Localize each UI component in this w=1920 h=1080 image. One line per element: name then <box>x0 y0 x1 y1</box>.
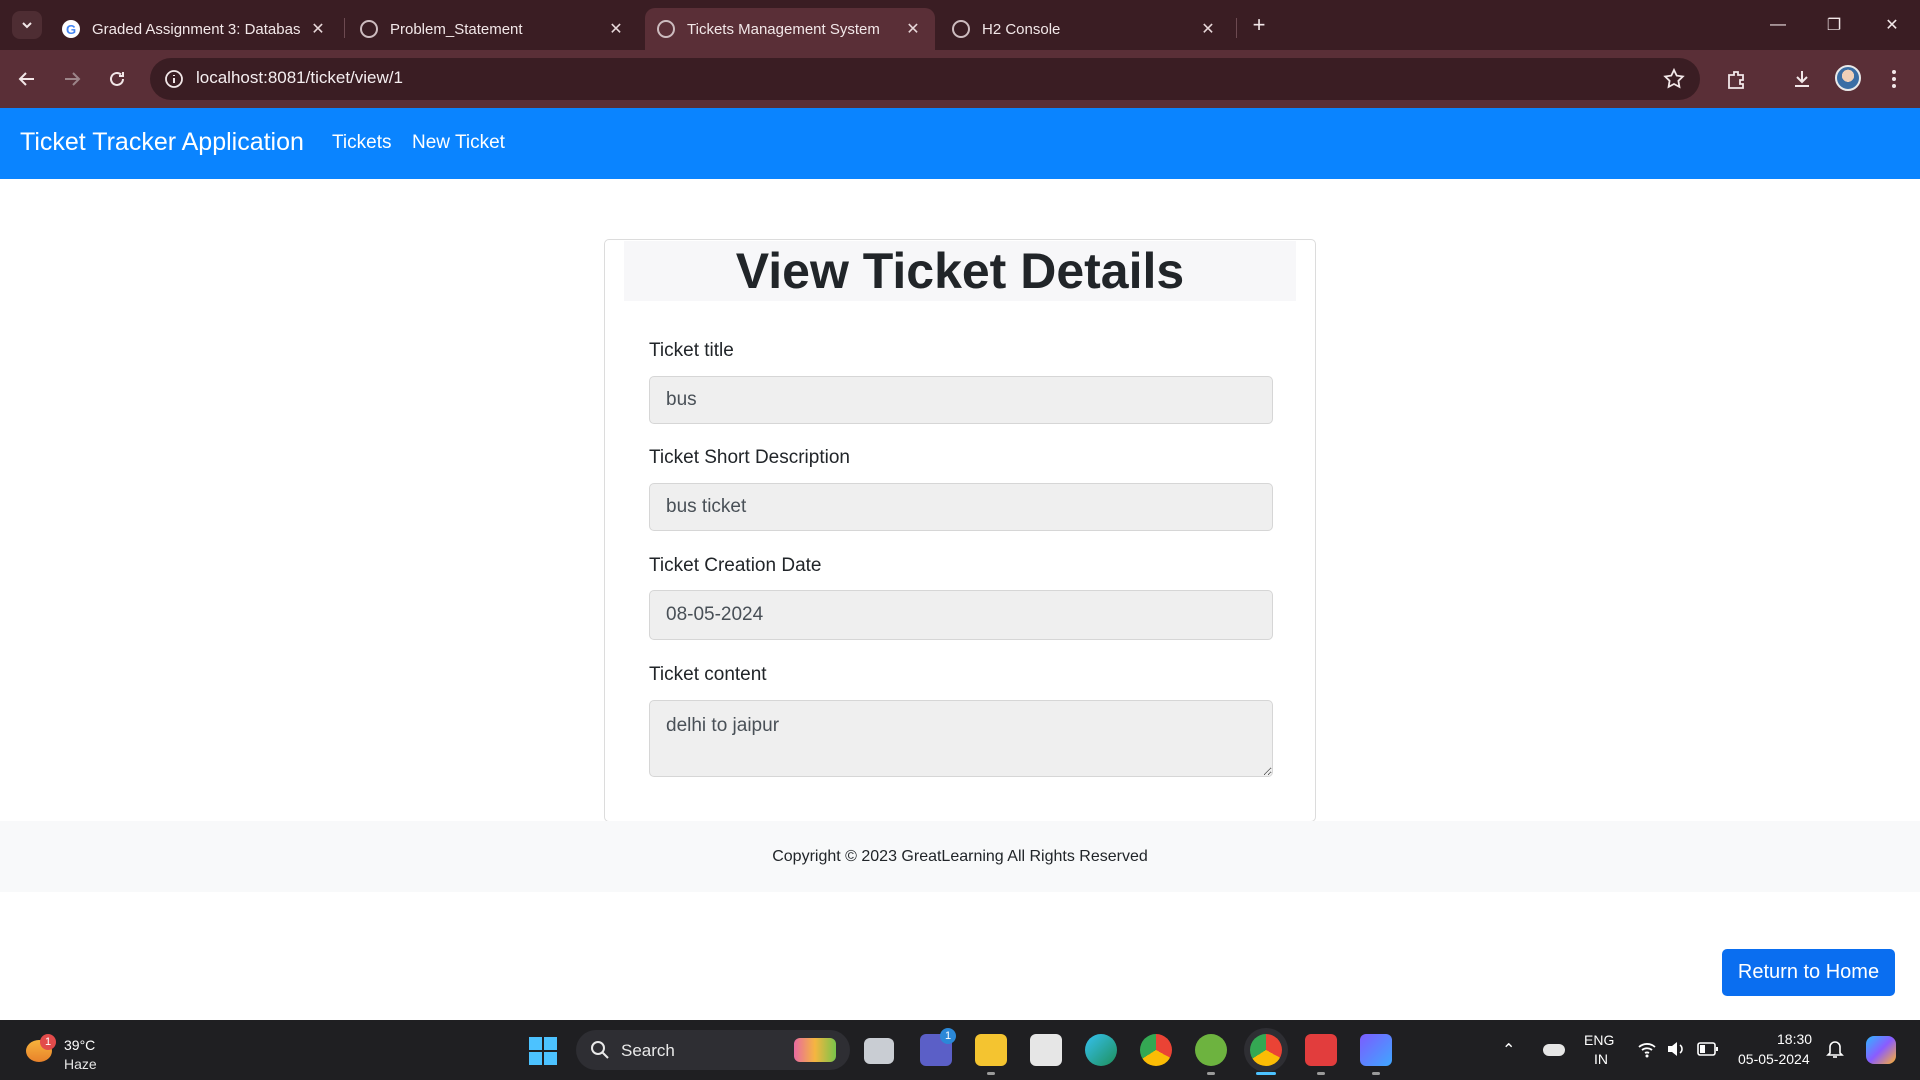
running-indicator <box>1372 1072 1380 1075</box>
chrome-icon[interactable] <box>1140 1034 1172 1066</box>
edge-icon[interactable] <box>1085 1034 1117 1066</box>
more-menu-icon[interactable] <box>1880 65 1908 93</box>
download-icon[interactable] <box>1788 65 1816 93</box>
search-highlight-icon <box>794 1038 836 1062</box>
forward-icon[interactable] <box>57 64 87 94</box>
teams-icon[interactable]: 1 <box>920 1028 956 1066</box>
running-indicator <box>987 1072 995 1075</box>
tab-problem-statement[interactable]: Problem_Statement ✕ <box>348 8 638 50</box>
card-header: View Ticket Details <box>624 241 1296 301</box>
file-explorer-icon[interactable] <box>975 1034 1007 1066</box>
app-brand[interactable]: Ticket Tracker Application <box>20 128 304 157</box>
notification-bell-icon[interactable] <box>1826 1039 1844 1059</box>
restore-icon[interactable]: ❐ <box>1806 0 1862 50</box>
return-to-home-button[interactable]: Return to Home <box>1722 949 1895 996</box>
globe-icon <box>360 20 378 38</box>
close-tab-icon[interactable]: ✕ <box>903 19 923 39</box>
windows-taskbar: 1 39°C Haze Search 1 ⌃ ENG IN 18:30 05-0… <box>0 1020 1920 1080</box>
running-indicator <box>1207 1072 1215 1075</box>
weather-widget[interactable]: 1 39°C Haze <box>20 1028 110 1072</box>
profile-avatar[interactable] <box>1835 65 1861 91</box>
extensions-icon[interactable] <box>1722 65 1750 93</box>
globe-icon <box>952 20 970 38</box>
clock-date[interactable]: 05-05-2024 <box>1738 1051 1810 1067</box>
tab-h2-console[interactable]: H2 Console ✕ <box>940 8 1230 50</box>
ticket-details-card: View Ticket Details Ticket title Ticket … <box>604 239 1316 822</box>
language-code[interactable]: ENG <box>1584 1032 1614 1048</box>
tab-title: Problem_Statement <box>390 20 523 38</box>
nav-link-tickets[interactable]: Tickets <box>332 132 391 154</box>
weather-temperature: 39°C <box>64 1037 96 1053</box>
ticket-short-description-field[interactable] <box>649 483 1273 531</box>
chrome-profile-icon[interactable] <box>1250 1034 1282 1066</box>
teams-badge: 1 <box>940 1028 956 1044</box>
task-view-icon[interactable] <box>864 1038 894 1064</box>
search-icon <box>591 1041 609 1059</box>
nav-link-new-ticket[interactable]: New Ticket <box>412 132 505 154</box>
page-footer: Copyright © 2023 GreatLearning All Right… <box>0 821 1920 892</box>
microsoft-store-icon[interactable] <box>1030 1034 1062 1066</box>
close-tab-icon[interactable]: ✕ <box>308 19 328 39</box>
app-navbar: Ticket Tracker Application Tickets New T… <box>0 108 1920 179</box>
new-tab-button[interactable]: + <box>1245 11 1273 39</box>
tab-title: H2 Console <box>982 20 1061 38</box>
battery-icon[interactable] <box>1697 1042 1719 1056</box>
ticket-content-label: Ticket content <box>649 664 767 685</box>
close-window-icon[interactable]: ✕ <box>1864 0 1920 50</box>
copyright-text: Copyright © 2023 GreatLearning All Right… <box>772 848 1148 865</box>
browser-tab-strip: G Graded Assignment 3: Databas ✕ Problem… <box>0 0 1920 50</box>
minimize-icon[interactable]: — <box>1750 0 1806 50</box>
clock-time[interactable]: 18:30 <box>1777 1031 1812 1047</box>
spring-tool-icon[interactable] <box>1195 1034 1227 1066</box>
chevron-down-icon <box>22 22 32 29</box>
search-label: Search <box>621 1041 675 1060</box>
tab-graded-assignment[interactable]: G Graded Assignment 3: Databas ✕ <box>50 8 340 50</box>
copilot-app-icon[interactable] <box>1360 1034 1392 1066</box>
weather-condition: Haze <box>64 1056 97 1072</box>
ticket-creation-date-field[interactable] <box>649 590 1273 640</box>
browser-toolbar: localhost:8081/ticket/view/1 <box>0 50 1920 108</box>
wps-office-icon[interactable] <box>1305 1034 1337 1066</box>
close-tab-icon[interactable]: ✕ <box>1198 19 1218 39</box>
volume-icon[interactable] <box>1666 1040 1686 1058</box>
globe-icon <box>657 20 675 38</box>
windows-start-icon[interactable] <box>528 1036 558 1066</box>
ticket-creation-date-label: Ticket Creation Date <box>649 555 822 576</box>
running-indicator <box>1317 1072 1325 1075</box>
ticket-content-field[interactable]: delhi to jaipur <box>649 700 1273 777</box>
tab-divider <box>1236 18 1237 38</box>
taskbar-search[interactable]: Search <box>576 1030 850 1070</box>
ticket-short-description-label: Ticket Short Description <box>649 447 850 468</box>
reload-icon[interactable] <box>102 64 132 94</box>
page-title: View Ticket Details <box>735 243 1185 299</box>
ticket-title-field[interactable] <box>649 376 1273 424</box>
show-hidden-icons[interactable]: ⌃ <box>1502 1040 1515 1060</box>
language-region[interactable]: IN <box>1594 1051 1608 1067</box>
wifi-icon[interactable] <box>1637 1040 1657 1058</box>
tab-title: Tickets Management System <box>687 20 880 38</box>
back-icon[interactable] <box>12 64 42 94</box>
tab-divider <box>344 18 345 38</box>
weather-badge: 1 <box>40 1034 56 1050</box>
address-bar[interactable]: localhost:8081/ticket/view/1 <box>150 58 1700 100</box>
google-icon: G <box>62 20 80 38</box>
site-info-icon[interactable] <box>164 69 184 89</box>
active-indicator <box>1256 1072 1276 1075</box>
ticket-title-label: Ticket title <box>649 340 734 361</box>
tab-tickets-management[interactable]: Tickets Management System ✕ <box>645 8 935 50</box>
onedrive-cloud-icon[interactable] <box>1543 1044 1565 1056</box>
bookmark-star-icon[interactable] <box>1662 67 1686 91</box>
tab-title: Graded Assignment 3: Databas <box>92 20 301 38</box>
url-text: localhost:8081/ticket/view/1 <box>196 68 403 87</box>
close-tab-icon[interactable]: ✕ <box>606 19 626 39</box>
copilot-icon[interactable] <box>1866 1036 1896 1064</box>
tab-search-button[interactable] <box>12 11 42 39</box>
